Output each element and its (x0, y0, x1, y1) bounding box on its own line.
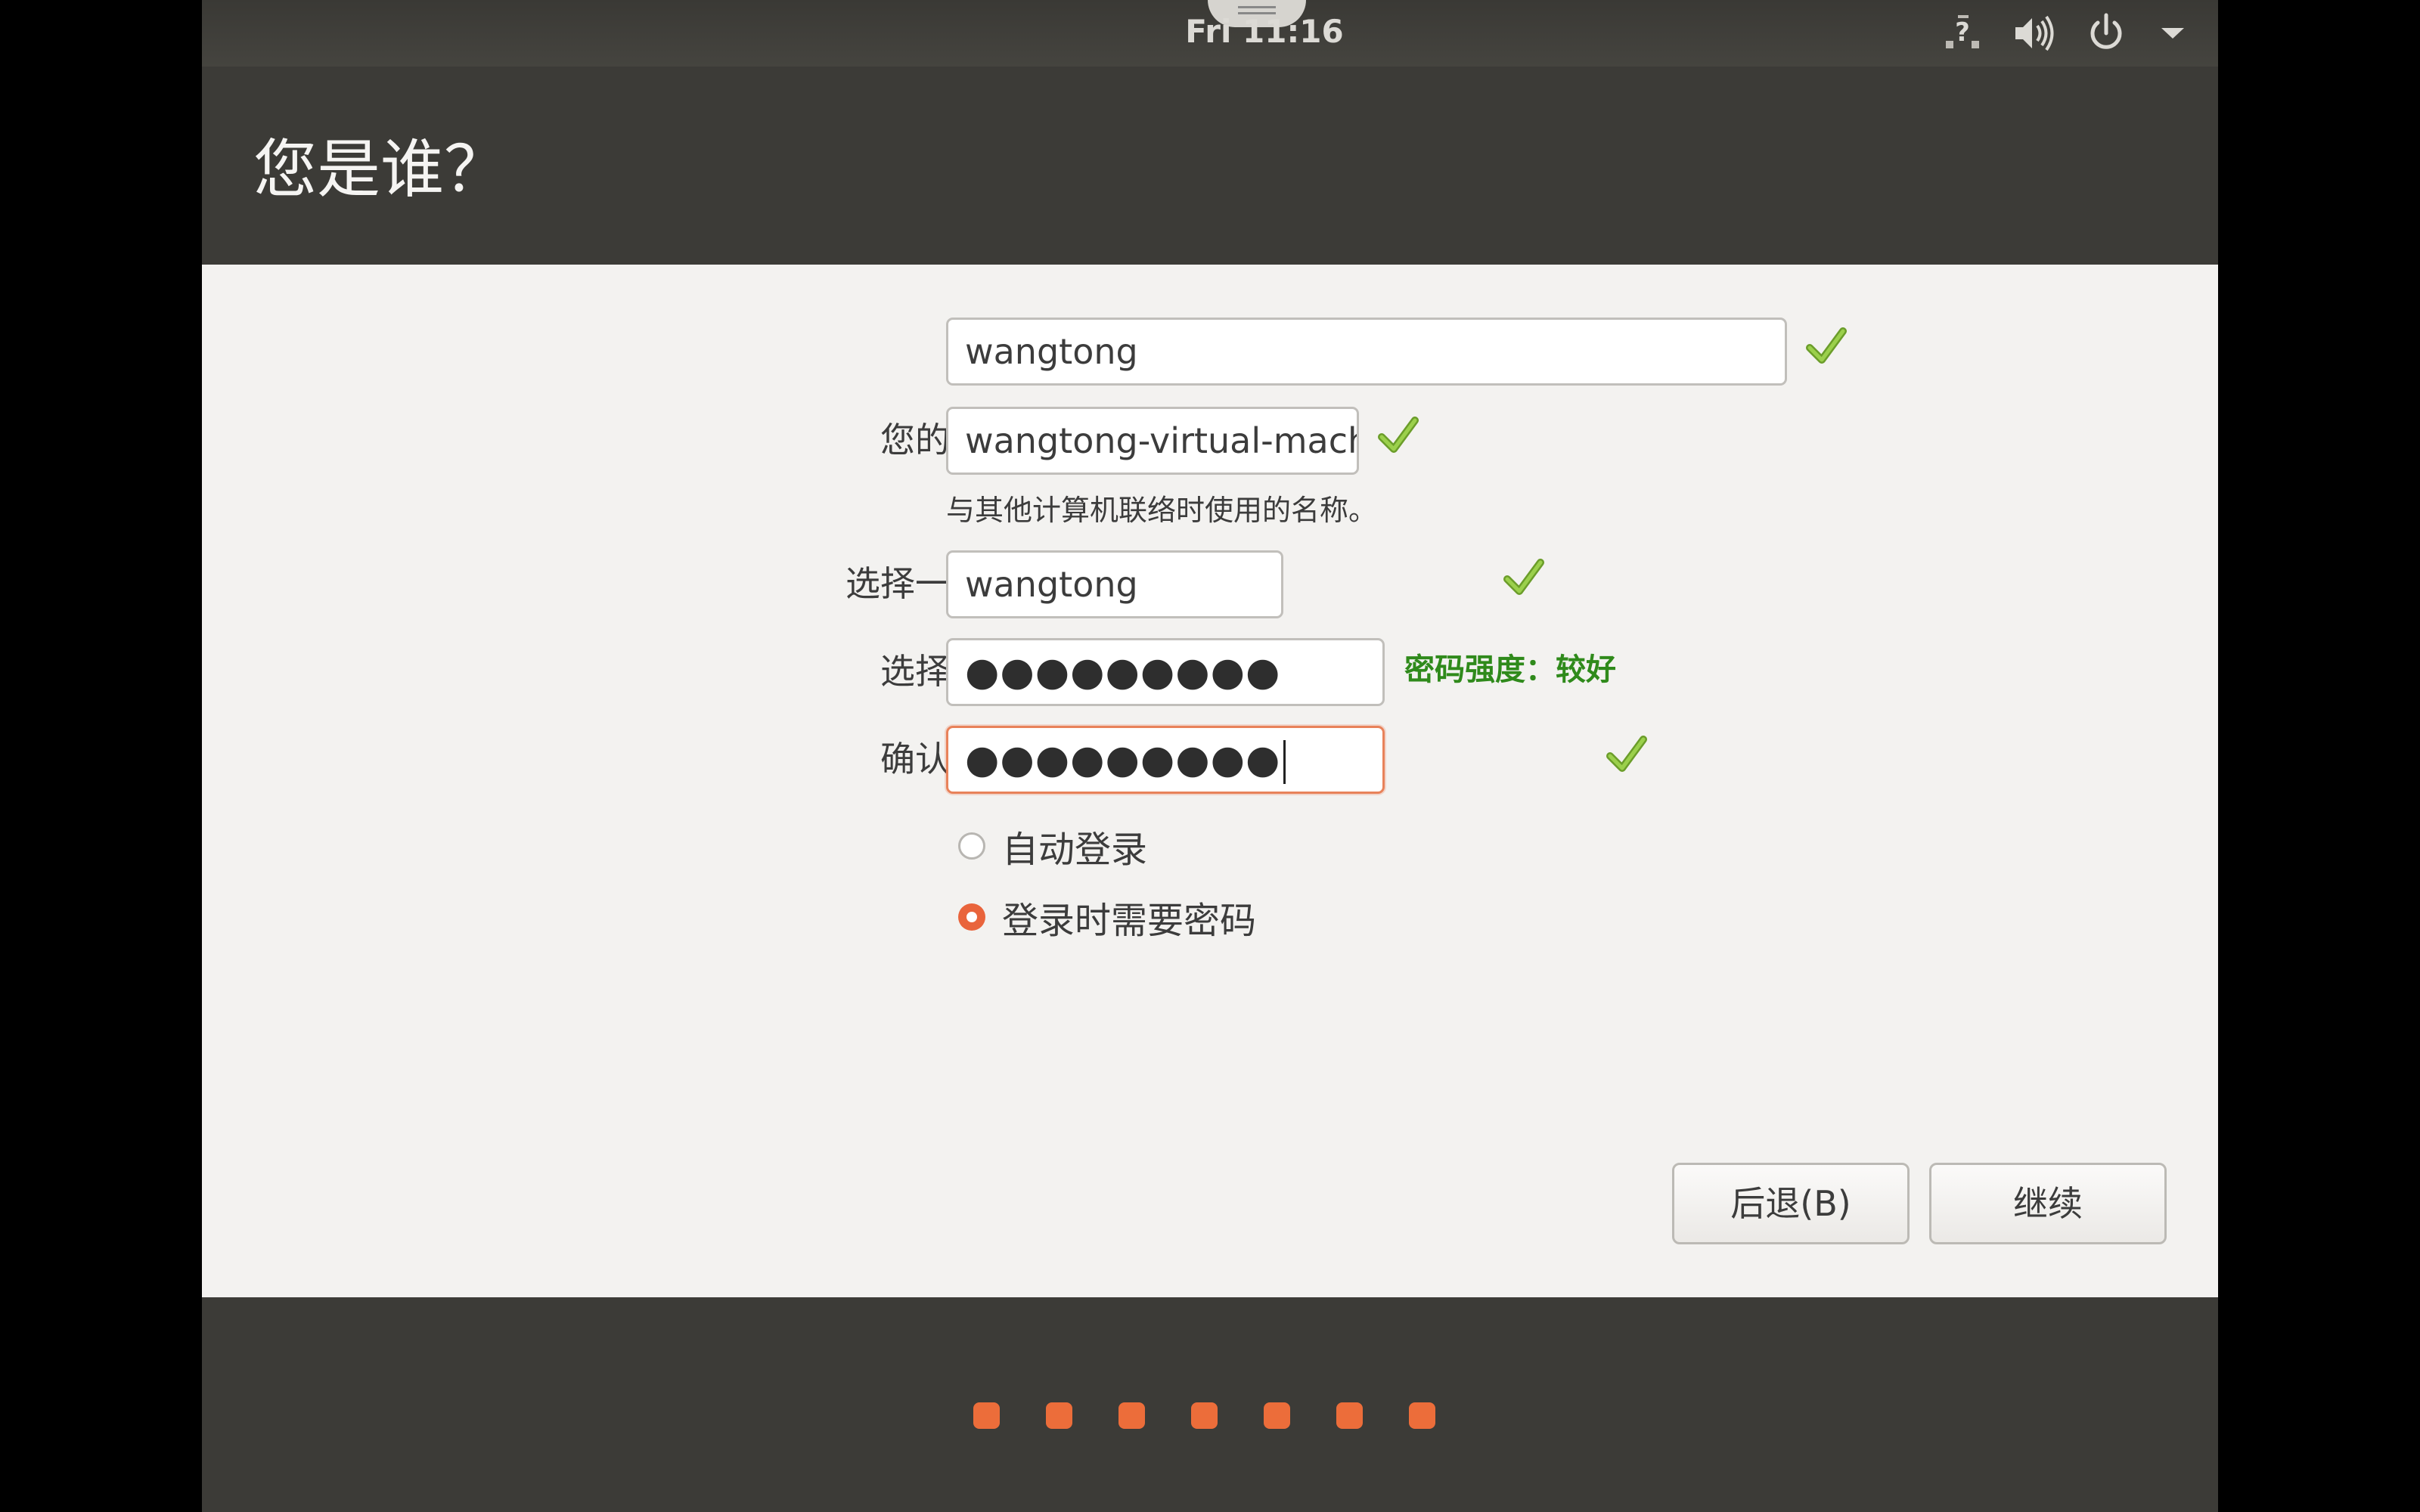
name-field[interactable]: wangtong (946, 318, 1787, 386)
progress-step (1046, 1402, 1072, 1429)
progress-step (1336, 1402, 1363, 1429)
progress-step (1264, 1402, 1290, 1429)
password-field[interactable]: ●●●●●●●●● (946, 638, 1385, 706)
computer-name-valid-check-icon (1378, 417, 1419, 453)
confirm-password-value: ●●●●●●●●● (965, 737, 1281, 782)
confirm-password-field[interactable]: ●●●●●●●●● (946, 726, 1385, 794)
username-field[interactable]: wangtong (946, 550, 1283, 618)
continue-button[interactable]: 继续 (1929, 1163, 2167, 1244)
progress-footer (202, 1297, 2218, 1512)
auto-login-label: 自动登录 (1002, 829, 1148, 871)
chevron-down-icon[interactable] (2158, 11, 2188, 56)
username-valid-check-icon (1503, 559, 1544, 595)
password-strength-text: 密码强度：较好 (1404, 652, 1616, 687)
progress-step (1409, 1402, 1435, 1429)
network-icon[interactable]: ? (1941, 11, 1984, 56)
require-password-radio[interactable] (958, 903, 985, 931)
require-password-option[interactable]: 登录时需要密码 (958, 891, 1256, 943)
progress-step (1191, 1402, 1218, 1429)
back-button[interactable]: 后退(B) (1672, 1163, 1910, 1244)
name-valid-check-icon (1806, 327, 1847, 364)
top-bar: Fri 11:16 ? (202, 0, 2218, 67)
progress-steps (973, 1402, 1435, 1429)
auto-login-option[interactable]: 自动登录 (958, 820, 1147, 872)
installer-screen: Fri 11:16 ? 您是谁？ wangtong wangtong-virtu… (202, 0, 2218, 1512)
progress-step (973, 1402, 1000, 1429)
page-header: 您是谁？ (202, 67, 2218, 265)
power-icon[interactable] (2085, 11, 2127, 56)
text-cursor (1283, 740, 1286, 784)
progress-step (1118, 1402, 1145, 1429)
computer-name-hint: 与其他计算机联络时使用的名称。 (946, 494, 1378, 527)
clock[interactable]: Fri 11:16 (1136, 11, 1393, 53)
svg-text:?: ? (1955, 17, 1970, 48)
user-form-panel: 您的姓名： wangtong 您的计算机名： wangtong-virtual-… (202, 265, 2218, 1297)
volume-icon[interactable] (2011, 11, 2056, 56)
require-password-label: 登录时需要密码 (1002, 900, 1257, 942)
auto-login-radio[interactable] (958, 832, 985, 860)
confirm-password-valid-check-icon (1606, 736, 1647, 772)
page-title: 您是谁？ (253, 132, 508, 206)
computer-name-field[interactable]: wangtong-virtual-mach (946, 407, 1359, 475)
